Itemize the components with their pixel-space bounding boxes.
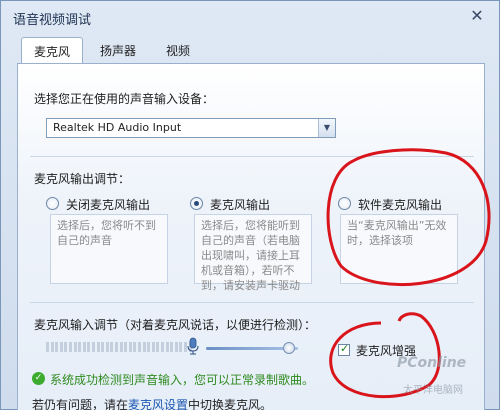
watermark-sub: 太平洋电脑网 [403, 385, 463, 396]
close-icon[interactable]: ✕ [469, 8, 485, 24]
level-segment [87, 342, 91, 352]
level-segment [170, 342, 174, 352]
title-bar: 语音视频调试 ✕ [1, 1, 499, 33]
level-segment [78, 342, 82, 352]
software-mic-output-description: 当“麦克风输出”无效时，选择该项 [340, 214, 458, 284]
level-segment [82, 342, 86, 352]
radio-button[interactable] [190, 197, 203, 210]
level-segment [142, 342, 146, 352]
radio-button[interactable] [46, 197, 59, 210]
input-device-label: 选择您正在使用的声音输入设备： [34, 92, 215, 106]
level-segment [115, 342, 118, 352]
input-adjust-label: 麦克风输入调节（对着麦克风说话，以便进行检测）： [34, 318, 317, 332]
mic-output-off-description: 选择后，您将听不到自己的声音 [50, 214, 168, 284]
level-segment [92, 342, 95, 352]
level-segment [147, 342, 151, 352]
level-segment [151, 342, 155, 352]
level-segment [59, 342, 63, 352]
level-segment [174, 342, 178, 352]
level-segment [69, 342, 72, 352]
voice-video-debug-window: 语音视频调试 ✕ 麦克风 扬声器 视频 选择您正在使用的声音输入设备： Real… [0, 0, 500, 410]
level-segment [161, 342, 164, 352]
level-segment [119, 342, 123, 352]
watermark-brand: PConline [397, 355, 467, 371]
level-segment [138, 342, 141, 352]
tab-microphone[interactable]: 麦克风 [21, 37, 83, 64]
level-segment [156, 342, 160, 352]
divider [30, 302, 474, 303]
level-segment [101, 342, 105, 352]
mic-boost-checkbox[interactable] [338, 342, 350, 356]
window-title: 语音视频调试 [13, 13, 92, 28]
input-device-select[interactable]: Realtek HD Audio Input ▼ [46, 118, 336, 138]
mic-settings-link[interactable]: 麦克风设置 [128, 398, 188, 410]
level-segment [124, 342, 128, 352]
level-segment [105, 342, 109, 352]
tab-video[interactable]: 视频 [153, 37, 203, 63]
level-segment [46, 342, 49, 352]
level-segment [110, 342, 114, 352]
level-segment [73, 342, 77, 352]
microphone-icon [187, 337, 199, 355]
level-segment [64, 342, 68, 352]
level-segment [133, 342, 137, 352]
input-volume-slider-thumb[interactable] [282, 342, 295, 354]
troubleshoot-hint: 若仍有问题，请在麦克风设置中切换麦克风。 [32, 398, 273, 410]
level-segment [128, 342, 132, 352]
divider [30, 156, 474, 157]
level-segment [165, 342, 169, 352]
check-icon: ✓ [32, 372, 45, 385]
level-segment [50, 342, 54, 352]
chevron-down-icon[interactable]: ▼ [318, 119, 335, 137]
radio-button[interactable] [338, 197, 351, 210]
level-segment [96, 342, 100, 352]
level-segment [55, 342, 59, 352]
level-segment [179, 342, 183, 352]
status-message: 系统成功检测到声音输入，您可以正常录制歌曲。 [50, 373, 315, 387]
tab-speaker[interactable]: 扬声器 [87, 37, 149, 63]
input-device-value: Realtek HD Audio Input [53, 121, 182, 134]
mic-output-description: 选择后，您将能听到自己的声音（若电脑出现啸叫，请接上耳机或音箱），若听不到，请安… [194, 214, 312, 292]
output-adjust-label: 麦克风输出调节： [34, 172, 131, 186]
